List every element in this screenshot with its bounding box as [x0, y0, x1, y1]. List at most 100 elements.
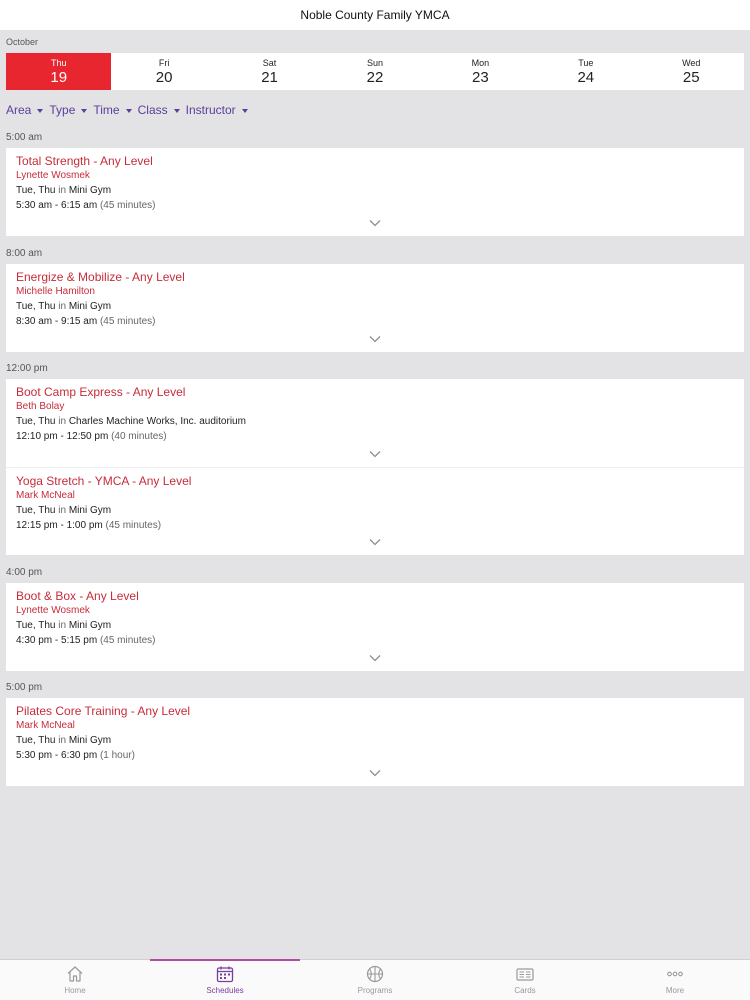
more-icon: [667, 971, 683, 977]
class-duration: (45 minutes): [99, 200, 156, 211]
day-number: 19: [50, 68, 68, 86]
day-sat[interactable]: Sat 21: [217, 53, 322, 90]
class-time-range: 8:30 am - 9:15 am: [16, 316, 98, 327]
day-name: Mon: [471, 57, 490, 68]
tab-schedules[interactable]: Schedules: [150, 959, 300, 1000]
in-word: in: [58, 301, 67, 312]
page-title: Noble County Family YMCA: [300, 8, 450, 22]
filter-label: Instructor: [185, 103, 236, 117]
month-label: October: [6, 37, 39, 47]
time-group-label: 12:00 pm: [6, 363, 48, 374]
class-instructor: Lynette Wosmek: [16, 605, 90, 616]
basketball-icon: [366, 965, 384, 983]
calendar-icon: [216, 966, 234, 983]
tab-programs[interactable]: Programs: [300, 960, 450, 1000]
class-item[interactable]: Pilates Core Training - Any Level Mark M…: [6, 698, 744, 786]
class-duration: (45 minutes): [105, 520, 162, 531]
day-name: Fri: [158, 57, 170, 68]
day-number: 24: [577, 68, 595, 86]
class-location-line: Tue, Thu in Mini Gym: [16, 183, 734, 198]
class-item[interactable]: Energize & Mobilize - Any Level Michelle…: [6, 264, 744, 352]
class-location: Mini Gym: [68, 505, 112, 516]
card-icon: [516, 968, 534, 981]
tab-label: Schedules: [206, 986, 244, 995]
day-fri[interactable]: Fri 20: [111, 53, 216, 90]
chevron-down-icon[interactable]: [369, 219, 381, 227]
class-item[interactable]: Yoga Stretch - YMCA - Any Level Mark McN…: [6, 467, 744, 555]
filter-time[interactable]: Time: [93, 103, 132, 117]
class-location-line: Tue, Thu in Mini Gym: [16, 503, 734, 518]
class-location-line: Tue, Thu in Mini Gym: [16, 733, 734, 748]
filter-type[interactable]: Type: [49, 103, 88, 117]
class-time-line: 5:30 pm - 6:30 pm (1 hour): [16, 748, 734, 763]
day-number: 20: [155, 68, 173, 86]
chevron-down-icon[interactable]: [369, 335, 381, 343]
tab-label: Home: [64, 986, 86, 995]
day-sun[interactable]: Sun 22: [322, 53, 427, 90]
class-time-line: 5:30 am - 6:15 am (45 minutes): [16, 198, 734, 213]
class-card: Pilates Core Training - Any Level Mark M…: [6, 698, 744, 786]
class-duration: (45 minutes): [99, 635, 156, 646]
caret-down-icon: [125, 108, 132, 113]
class-title: Yoga Stretch - YMCA - Any Level: [16, 474, 192, 488]
caret-down-icon: [173, 108, 180, 113]
class-title: Energize & Mobilize - Any Level: [16, 270, 185, 284]
class-duration: (45 minutes): [99, 316, 156, 327]
class-days: Tue, Thu: [16, 301, 56, 312]
class-location: Charles Machine Works, Inc. auditorium: [68, 416, 246, 427]
in-word: in: [58, 735, 67, 746]
home-icon: [67, 966, 83, 982]
class-time-range: 5:30 am - 6:15 am: [16, 200, 98, 211]
class-location: Mini Gym: [68, 735, 112, 746]
class-location: Mini Gym: [68, 620, 112, 631]
filter-class[interactable]: Class: [138, 103, 180, 117]
chevron-down-icon[interactable]: [369, 654, 381, 662]
class-days: Tue, Thu: [16, 505, 56, 516]
class-item[interactable]: Boot Camp Express - Any Level Beth Bolay…: [6, 379, 744, 467]
class-title: Boot & Box - Any Level: [16, 589, 139, 603]
class-instructor: Lynette Wosmek: [16, 170, 90, 181]
class-duration: (40 minutes): [111, 431, 167, 442]
class-title: Pilates Core Training - Any Level: [16, 704, 191, 718]
class-card: Total Strength - Any Level Lynette Wosme…: [6, 148, 744, 236]
filter-label: Time: [93, 103, 120, 117]
top-bar: Noble County Family YMCA: [0, 0, 750, 30]
filter-area[interactable]: Area: [6, 103, 44, 117]
day-number: 21: [261, 68, 278, 86]
class-title: Boot Camp Express - Any Level: [16, 385, 186, 399]
chevron-down-icon[interactable]: [369, 538, 381, 546]
day-number: 23: [472, 68, 489, 86]
filter-label: Type: [49, 103, 76, 117]
class-instructor: Michelle Hamilton: [16, 286, 95, 297]
class-time-line: 12:15 pm - 1:00 pm (45 minutes): [16, 518, 734, 533]
filter-label: Area: [6, 103, 32, 117]
day-selector: Thu 19 Fri 20 Sat 21 Sun 22 Mon 23 Tue 2…: [6, 53, 744, 90]
day-name: Tue: [578, 57, 594, 68]
class-time-range: 5:30 pm - 6:30 pm: [16, 750, 98, 761]
class-card: Boot & Box - Any Level Lynette Wosmek Tu…: [6, 583, 744, 671]
tab-label: Cards: [514, 986, 536, 995]
filter-instructor[interactable]: Instructor: [186, 103, 248, 117]
day-wed[interactable]: Wed 25: [639, 53, 744, 90]
tab-home[interactable]: Home: [0, 960, 150, 1000]
class-item[interactable]: Boot & Box - Any Level Lynette Wosmek Tu…: [6, 583, 744, 671]
day-mon[interactable]: Mon 23: [428, 53, 533, 90]
filter-bar: Area Type Time Class Instructor: [6, 102, 248, 118]
day-thu[interactable]: Thu 19: [6, 53, 112, 90]
tab-cards[interactable]: Cards: [450, 960, 600, 1000]
chevron-down-icon[interactable]: [369, 769, 381, 777]
class-instructor: Mark McNeal: [16, 720, 75, 731]
time-group-label: 4:00 pm: [6, 567, 43, 578]
class-time-range: 12:15 pm - 1:00 pm: [16, 520, 103, 531]
tab-more[interactable]: More: [600, 960, 750, 1000]
in-word: in: [58, 505, 67, 516]
class-days: Tue, Thu: [16, 735, 56, 746]
class-instructor: Beth Bolay: [16, 401, 65, 412]
chevron-down-icon[interactable]: [369, 450, 381, 458]
day-tue[interactable]: Tue 24: [533, 53, 638, 90]
class-location: Mini Gym: [68, 185, 112, 196]
class-item[interactable]: Total Strength - Any Level Lynette Wosme…: [6, 148, 744, 236]
day-name: Thu: [50, 57, 67, 68]
day-name: Sat: [262, 57, 277, 68]
day-number: 25: [682, 68, 700, 86]
